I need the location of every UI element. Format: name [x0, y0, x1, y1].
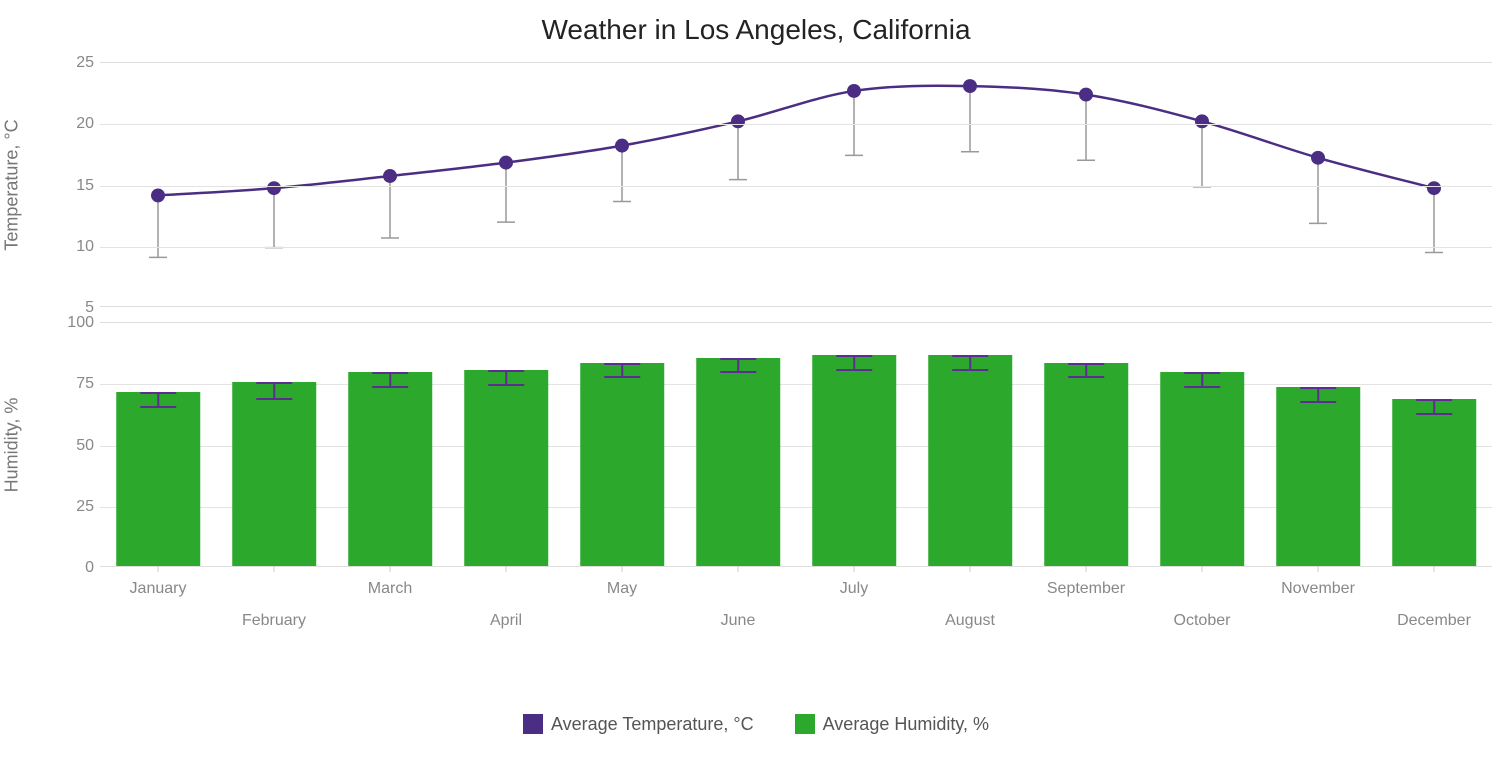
temperature-point[interactable] [847, 84, 861, 98]
temperature-point[interactable] [383, 169, 397, 183]
temperature-point[interactable] [963, 79, 977, 93]
ytick-label: 75 [50, 375, 94, 393]
temperature-point[interactable] [1311, 151, 1325, 165]
xtick-mark [1434, 566, 1435, 572]
xaxis: January February March April May June July Augu… [100, 572, 1492, 652]
ytick-label: 10 [50, 238, 94, 256]
xtick-label: October [1174, 612, 1231, 630]
xtick-mark [390, 566, 391, 572]
ytick-label: 25 [50, 54, 94, 72]
humidity-bar[interactable] [348, 321, 432, 566]
legend-item-humidity[interactable]: Average Humidity, % [795, 714, 989, 735]
ytick-label: 15 [50, 177, 94, 195]
humidity-bar[interactable] [1392, 321, 1476, 566]
gridline [100, 124, 1492, 125]
xtick-mark [1318, 566, 1319, 572]
pane-humidity: Humidity, % 0255075100 [0, 322, 1492, 567]
ytick-label: 25 [50, 498, 94, 516]
plot-area-humidity: 0255075100 [100, 322, 1492, 567]
temperature-point[interactable] [267, 181, 281, 195]
xtick-label: August [945, 612, 995, 630]
xtick-mark [1202, 566, 1203, 572]
legend-label-temperature: Average Temperature, °C [551, 714, 754, 735]
xtick-label: November [1281, 580, 1355, 598]
temperature-point[interactable] [615, 139, 629, 153]
ytick-label: 50 [50, 437, 94, 455]
humidity-bar[interactable] [1044, 321, 1128, 566]
legend-item-temperature[interactable]: Average Temperature, °C [523, 714, 754, 735]
xtick-label: February [242, 612, 306, 630]
xtick-mark [854, 566, 855, 572]
humidity-bar[interactable] [232, 321, 316, 566]
legend-label-humidity: Average Humidity, % [823, 714, 989, 735]
xtick-mark [970, 566, 971, 572]
xtick-mark [1086, 566, 1087, 572]
ytick-label: 20 [50, 115, 94, 133]
xtick-label: December [1397, 612, 1471, 630]
xtick-label: April [490, 612, 522, 630]
ytick-label: 0 [50, 559, 94, 577]
xtick-mark [274, 566, 275, 572]
humidity-bar[interactable] [116, 321, 200, 566]
yaxis-label-humidity: Humidity, % [2, 397, 23, 492]
humidity-bar[interactable] [928, 321, 1012, 566]
humidity-bar[interactable] [696, 321, 780, 566]
swatch-temperature-icon [523, 714, 543, 734]
gridline [100, 247, 1492, 248]
xtick-mark [506, 566, 507, 572]
temperature-line [158, 86, 1434, 196]
xtick-label: June [721, 612, 756, 630]
gridline [100, 186, 1492, 187]
xtick-mark [622, 566, 623, 572]
humidity-bar[interactable] [1276, 321, 1360, 566]
chart-container: Weather in Los Angeles, California Tempe… [0, 0, 1512, 761]
swatch-humidity-icon [795, 714, 815, 734]
temperature-point[interactable] [1195, 114, 1209, 128]
xtick-label: May [607, 580, 637, 598]
legend: Average Temperature, °C Average Humidity… [0, 714, 1512, 740]
temperature-point[interactable] [1079, 88, 1093, 102]
temperature-point[interactable] [731, 114, 745, 128]
xtick-mark [738, 566, 739, 572]
humidity-bar[interactable] [580, 321, 664, 566]
xtick-label: January [130, 580, 187, 598]
ytick-label: 100 [50, 314, 94, 332]
pane-temperature: Temperature, °C 510152025 [0, 62, 1492, 307]
xtick-label: July [840, 580, 868, 598]
temperature-point[interactable] [499, 156, 513, 170]
xtick-mark [158, 566, 159, 572]
temperature-point[interactable] [151, 188, 165, 202]
xtick-label: September [1047, 580, 1125, 598]
temperature-point[interactable] [1427, 181, 1441, 195]
humidity-bar[interactable] [464, 321, 548, 566]
xtick-label: March [368, 580, 412, 598]
plot-area-temperature: 510152025 [100, 62, 1492, 307]
humidity-bar[interactable] [1160, 321, 1244, 566]
humidity-bar[interactable] [812, 321, 896, 566]
yaxis-label-temperature: Temperature, °C [2, 119, 23, 250]
chart-title: Weather in Los Angeles, California [0, 0, 1512, 62]
chart-panes: Temperature, °C 510152025 Humidity, % 02… [0, 62, 1512, 641]
